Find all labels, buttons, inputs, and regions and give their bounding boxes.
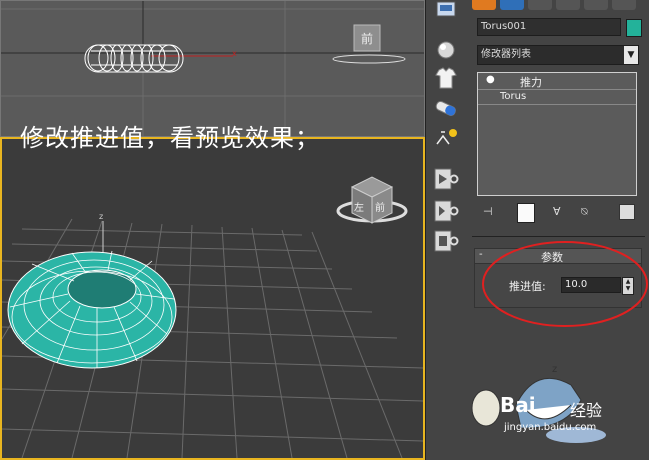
torus-object[interactable] bbox=[7, 250, 177, 369]
show-end-result-icon[interactable] bbox=[517, 203, 535, 223]
modifier-list-label: 修改器列表 bbox=[481, 49, 531, 60]
svg-text:x: x bbox=[232, 49, 237, 58]
svg-text:左: 左 bbox=[354, 201, 364, 214]
shirt-icon[interactable] bbox=[431, 66, 461, 94]
viewcube-perspective[interactable]: 左 前 bbox=[336, 176, 408, 224]
top-viewport[interactable]: x 前 bbox=[0, 0, 425, 137]
svg-text:前: 前 bbox=[375, 201, 385, 214]
modify-tab[interactable] bbox=[500, 0, 524, 10]
modifier-stack[interactable]: ● 推力 Torus bbox=[477, 72, 637, 196]
chevron-down-icon[interactable]: ▼ bbox=[624, 46, 638, 64]
stack-item-label: Torus bbox=[500, 91, 527, 102]
divider bbox=[472, 236, 645, 237]
configure-sets-icon[interactable] bbox=[619, 204, 635, 220]
stack-item-label: 推力 bbox=[520, 76, 542, 89]
watermark-brand-suffix: 经验 bbox=[570, 401, 603, 420]
torus-side-wireframe bbox=[84, 44, 184, 73]
particle-tool-icon[interactable] bbox=[431, 126, 461, 154]
motion-tab[interactable] bbox=[556, 0, 580, 10]
make-unique-icon[interactable]: ∀ bbox=[553, 205, 561, 218]
svg-text:z: z bbox=[99, 212, 103, 221]
hierarchy-tab[interactable] bbox=[528, 0, 552, 10]
remove-modifier-icon[interactable]: ⍉ bbox=[581, 205, 588, 219]
capsule-icon[interactable] bbox=[431, 96, 461, 124]
tool-strip bbox=[425, 0, 469, 460]
watermark: z Bai 经验 jingyan.baidu.com bbox=[466, 360, 616, 445]
watermark-url: jingyan.baidu.com bbox=[504, 422, 597, 433]
highlight-ellipse bbox=[482, 241, 648, 327]
svg-text:z: z bbox=[552, 364, 557, 375]
top-viewport-canvas: x 前 bbox=[1, 1, 424, 136]
watermark-brand: Bai bbox=[500, 393, 536, 417]
next-key-icon[interactable] bbox=[431, 198, 461, 226]
object-color-swatch[interactable] bbox=[626, 19, 642, 37]
viewcube-face-label: 前 bbox=[361, 31, 373, 46]
create-tab[interactable] bbox=[472, 0, 496, 10]
record-key-icon[interactable] bbox=[431, 228, 461, 256]
sphere-icon[interactable] bbox=[431, 38, 461, 66]
perspective-viewport[interactable]: z 左 前 bbox=[0, 137, 425, 460]
perspective-canvas: z 左 前 bbox=[2, 176, 423, 458]
modifier-list-dropdown[interactable]: 修改器列表 ▼ bbox=[477, 45, 639, 65]
lightbulb-icon[interactable]: ● bbox=[486, 74, 495, 85]
utilities-tab[interactable] bbox=[612, 0, 636, 10]
viewport-icon[interactable] bbox=[431, 0, 461, 28]
display-tab[interactable] bbox=[584, 0, 608, 10]
object-name-field[interactable]: Torus001 bbox=[477, 18, 621, 36]
pin-stack-icon[interactable]: ⊣ bbox=[483, 205, 493, 218]
stack-item-torus[interactable]: Torus bbox=[478, 90, 636, 105]
stack-item-push[interactable]: ● 推力 bbox=[478, 73, 636, 90]
play-key-icon[interactable] bbox=[431, 166, 461, 194]
instruction-caption: 修改推进值，看预览效果； bbox=[20, 124, 320, 152]
stack-toolbar: ⊣ ∀ ⍉ bbox=[477, 203, 642, 223]
